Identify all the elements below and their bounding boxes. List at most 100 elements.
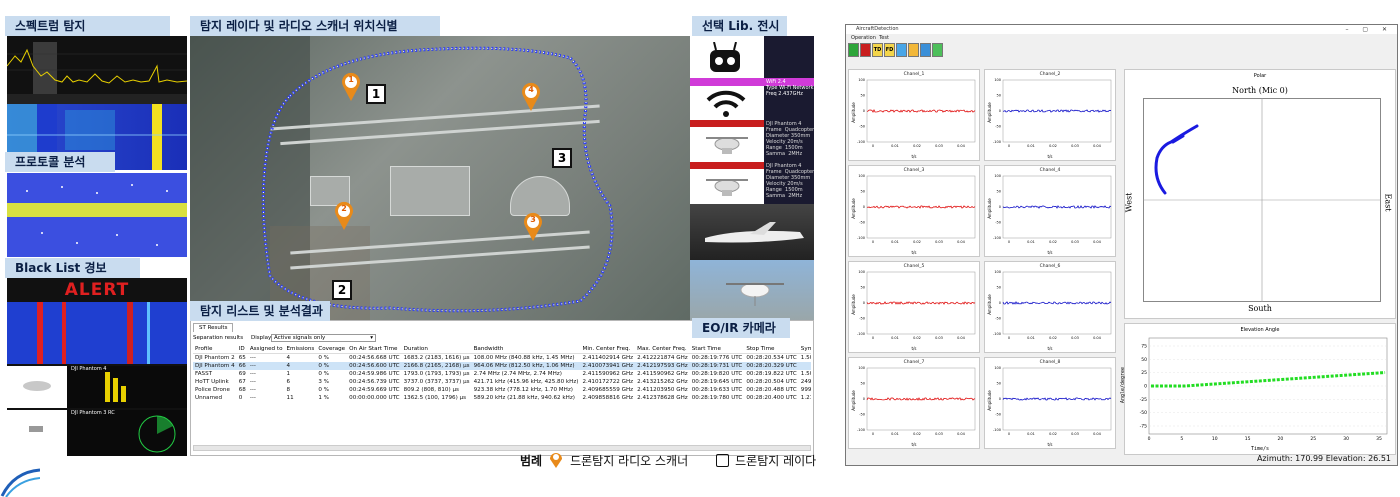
col-header[interactable]: Profile [193,345,237,354]
radar-box-3[interactable]: 3 [552,148,572,168]
detection-boundary [261,46,614,313]
elevation-xtick: 0 [1148,436,1151,442]
table-cell: 00:28:20.329 UTC [744,361,799,370]
elevation-ytick: -75 [1140,424,1147,430]
table-cell: 2.412197593 GHz [635,361,690,370]
table-cell: 2.411590962 GHz [582,370,634,377]
table-cell: 00:24:59.986 UTC [349,370,400,377]
scanner-pin-3[interactable]: 3 [522,212,544,242]
menu-test[interactable]: Test [879,35,889,41]
table-cell: 00:28:20.504 UTC [746,378,797,385]
channel-xlabel: t/s [911,250,917,255]
elevation-xlabel: Time/s [1250,446,1270,452]
elevation-xtick: 15 [1245,436,1251,442]
col-header[interactable]: Emissions [284,345,317,354]
col-header[interactable]: Coverage [316,345,348,354]
scanner-pin-1[interactable]: 1 [340,72,362,102]
col-header[interactable]: Symb [798,345,811,354]
channel-ytick: 0 [863,205,865,209]
polar-east: East [1383,193,1393,212]
channel-xtick: 0.04 [957,432,966,436]
col-header[interactable]: Stop Time [744,345,799,354]
table-row[interactable]: Police Drone 68 --- 8 0 % 00:24:59.669 UTC 809… [193,386,811,394]
lib-card-phantom-a[interactable]: DJI Phantom 4 Frame Quadcopter Diameter … [690,120,814,162]
col-header[interactable]: Max. Center Freq. [635,345,690,354]
polar-south: South [1248,304,1272,313]
channel-ytick: 100 [858,78,865,82]
elevation-canvas: 7550250-25-50-750 5 10 15 20 25 30 35 [1140,337,1388,442]
channel-xtick: 0 [1008,144,1010,148]
lib-card-wifi[interactable]: WiFi 2.4 Type Wi-Fi Network Freq 2.437GH… [690,78,814,120]
col-header[interactable]: Duration [401,345,472,354]
elevation-xtick: 30 [1343,436,1349,442]
col-header[interactable]: Assigned to [247,345,285,354]
col-header[interactable]: Min. Center Freq. [580,345,636,354]
channel-xtick: 0.02 [1049,432,1057,436]
menu-operation[interactable]: Operation [851,35,876,41]
tab-st-results[interactable]: ST Results [193,323,234,332]
refresh-icon[interactable] [932,43,943,57]
table-row[interactable]: DJI Phantom 2 65 --- 4 0 % 00:24:56.668 UTC 16… [193,354,811,362]
table-row[interactable]: DJI Phantom 4 66 --- 4 0 % 00:24:56.600 UTC 21… [193,361,811,370]
folder-icon[interactable] [908,43,919,57]
table-cell: 421.71 kHz (415.96 kHz, 425.80 kHz) [473,378,579,385]
channel-xtick: 0.02 [913,432,921,436]
display-select[interactable]: Active signals only ▾ [271,334,376,342]
channel-ytick: 0 [999,205,1001,209]
table-cell: 0 % [316,361,348,370]
lib-card-phantom-b[interactable]: DJI Phantom 4 Frame Quadcopter Diameter … [690,162,814,204]
table-row[interactable]: HoTT Uplink 67 --- 6 3 % 00:24:56.739 UTC 3737… [193,378,811,386]
radar-box-2[interactable]: 2 [332,280,352,300]
col-header[interactable]: On Air Start Time [347,345,402,354]
window-controls[interactable]: – ▢ ✕ [1345,25,1393,34]
lib-card-wifi-text: WiFi 2.4 Type Wi-Fi Network Freq 2.437GH… [766,79,814,97]
channel-xtick: 0.03 [935,432,943,436]
elevation-xtick: 35 [1376,436,1382,442]
channel-xtick: 0.03 [1071,144,1079,148]
toolbar: TD FD [848,43,943,61]
window-titlebar: AircraftDetection – ▢ ✕ [846,25,1397,34]
play-icon[interactable] [848,43,859,57]
radar-box-1[interactable]: 1 [366,84,386,104]
channel-signal [1002,205,1112,209]
channel-ytick: -100 [857,332,865,336]
col-header[interactable]: Start Time [689,345,745,354]
fd-button[interactable]: FD [884,43,895,57]
aircraft-detection-window: AircraftDetection – ▢ ✕ Operation Test TD… [845,24,1398,466]
settings-icon[interactable] [920,43,931,57]
channel-xtick: 0.04 [957,240,966,244]
legend: 범례 드론탐지 라디오 스캐너 드론탐지 레이다 [520,449,816,471]
table-cell: --- [249,370,256,377]
channel-signal [866,108,976,113]
polar-canvas [1143,98,1381,302]
channel-ytick: -50 [859,317,865,321]
channel-xtick: 0.01 [891,432,899,436]
table-cell: 1 % [318,394,329,401]
lib-card-controller[interactable] [690,36,814,78]
scanner-pin-icon [550,453,563,468]
channel-ytick: -100 [993,236,1001,240]
scanner-pin-2[interactable]: 2 [333,201,355,231]
elevation-xtick: 10 [1212,436,1218,442]
drone-icon [706,179,748,196]
channel-ytick: 50 [861,286,865,290]
stop-icon[interactable] [860,43,871,57]
table-cell: 108.00 MHz (840.88 kHz, 1.45 MHz) [473,354,575,361]
table-cell: 00:28:19:780 UTC [691,394,743,401]
td-button[interactable]: TD [872,43,883,57]
table-row[interactable]: Unnamed 0 --- 11 1 % 00:00:00.000 UTC 1362.5 (… [193,394,811,402]
table-cell: 65 [238,354,246,361]
table-cell: 67 [238,378,246,385]
map-title: 탐지 레이다 및 라디오 스캐너 위치식별 [190,16,440,36]
table-cell: HoTT Uplink [195,378,229,385]
col-header[interactable]: ID [236,345,248,354]
table-row[interactable]: FASST 69 --- 1 0 % 00:24:59.986 UTC 1793.0 (17… [193,370,811,378]
eo-airplane-image [690,204,814,260]
legend-radar: 드론탐지 레이다 [735,453,817,468]
spectrum-title: 스펙트럼 탐지 [5,16,170,36]
save-icon[interactable] [896,43,907,57]
col-header[interactable]: Bandwidth [471,345,581,354]
channel-xtick: 0.01 [1027,144,1035,148]
table-cell: 1 [286,370,291,377]
scanner-pin-4[interactable]: 4 [520,82,542,112]
